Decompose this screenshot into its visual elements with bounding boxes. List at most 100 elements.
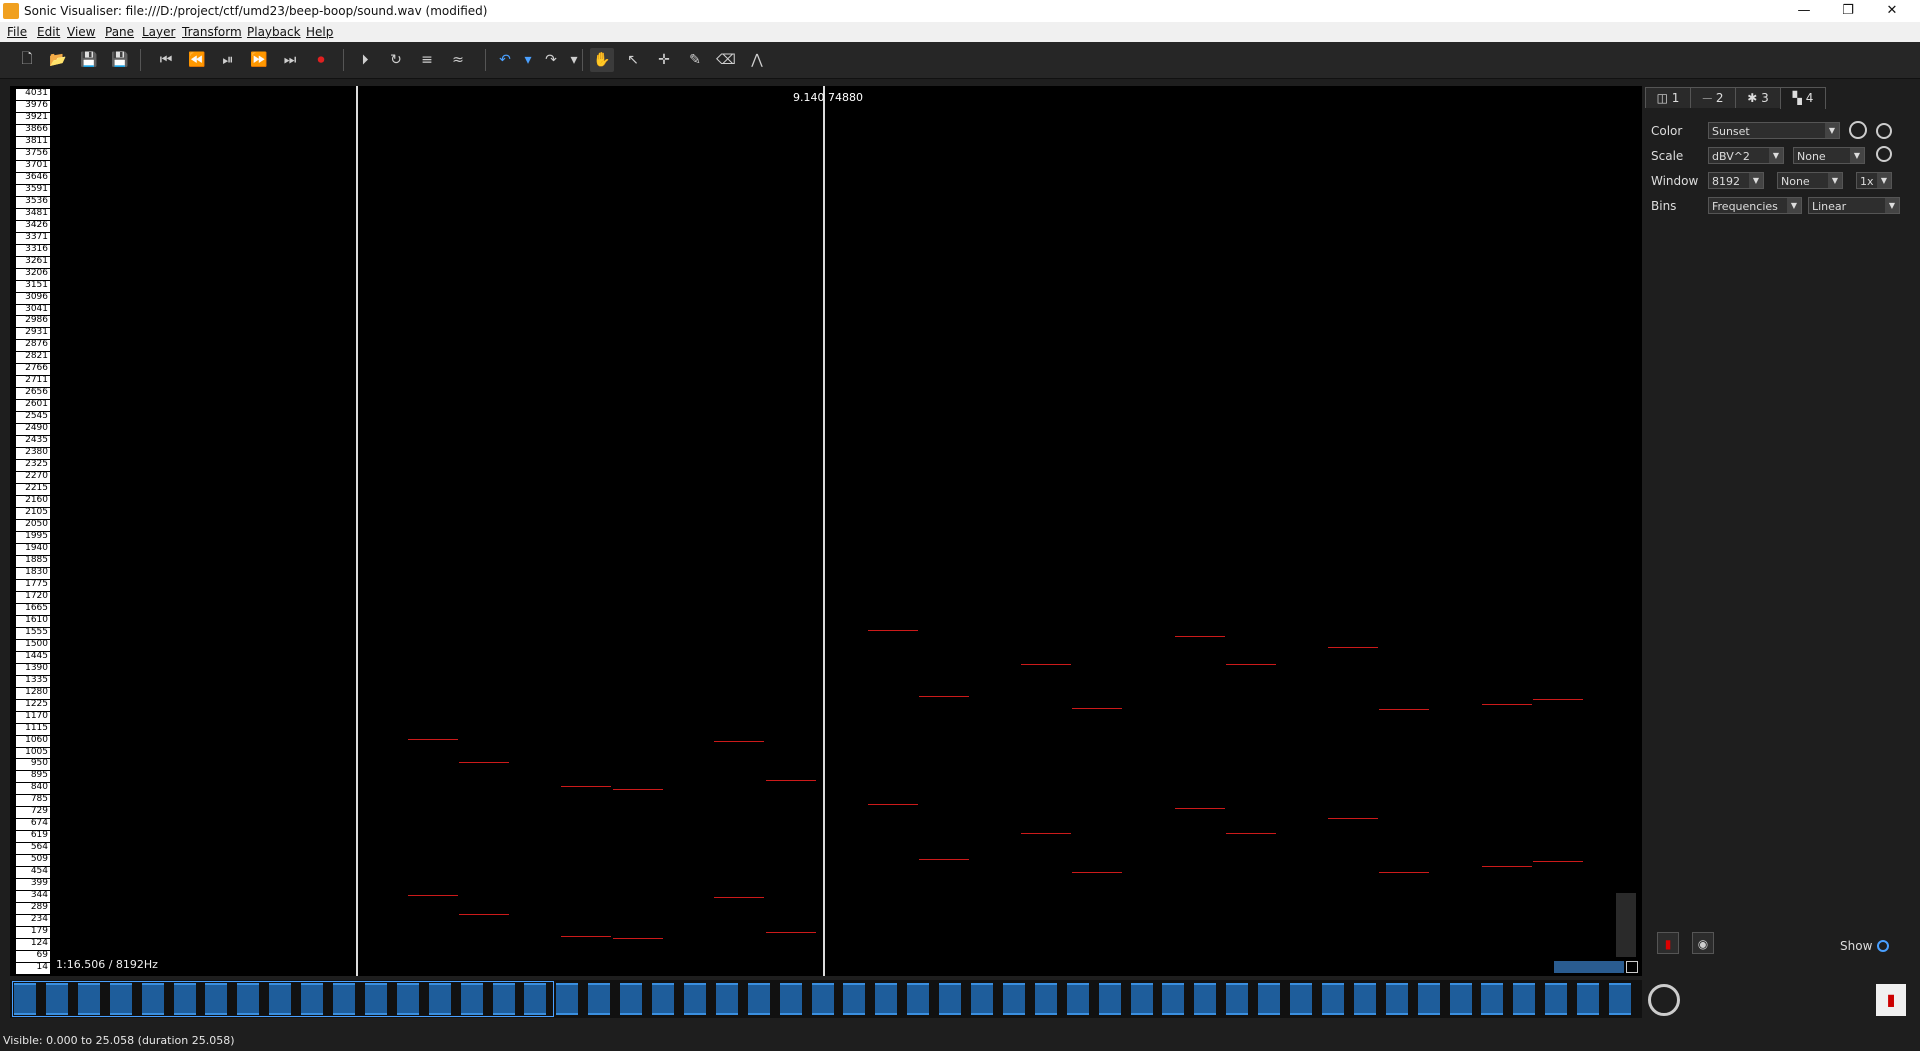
color-label: Color [1651,124,1683,138]
play-selection-icon[interactable]: ⏵ [353,48,377,72]
overview-waveform-block [237,983,260,1015]
select-icon[interactable]: ↖ [621,48,645,72]
solo-icon[interactable]: ≡ [415,48,439,72]
record-icon[interactable]: ⏺ [309,48,333,72]
vertical-zoom-scrollbar[interactable] [1616,893,1636,957]
color-invert-dial[interactable] [1876,123,1892,139]
loop-icon[interactable]: ↻ [384,48,408,72]
spectrogram-note [1482,866,1532,867]
spectrogram-note [1175,636,1225,637]
spectrogram-note [613,789,663,790]
play-pause-icon[interactable]: ⏯ [216,48,240,72]
spectrogram-view[interactable] [10,86,1642,976]
overview-waveform-block [460,983,483,1015]
ruler-tick-label: 1280 [16,687,50,700]
tab-2[interactable]: ⏤ 2 [1690,87,1736,108]
edit-icon[interactable]: ✛ [652,48,676,72]
overview-waveform-block [141,983,164,1015]
navigate-icon[interactable]: ✋ [590,48,614,72]
menu-layer[interactable]: Layer [142,25,175,39]
chevron-down-icon: ▼ [1885,198,1899,213]
menu-bar: File Edit View Pane Layer Transform Play… [0,22,1920,42]
undo-menu-icon[interactable]: ▾ [516,48,540,72]
erase-icon[interactable]: ⌫ [714,48,738,72]
overview-waveform-block [907,983,930,1015]
minimize-button[interactable]: — [1782,0,1826,22]
tab-1[interactable]: ◫ 1 [1645,87,1691,108]
rewind-icon[interactable]: ⏪ [185,48,209,72]
spectrogram-note [1226,833,1276,834]
menu-pane[interactable]: Pane [105,25,134,39]
color-rotation-dial[interactable] [1849,121,1867,139]
overview-bar[interactable] [10,980,1642,1018]
spectrogram-icon: ▚ [1792,91,1802,105]
spectrogram-note [561,786,611,787]
close-button[interactable]: ✕ [1870,0,1914,22]
menu-help[interactable]: Help [306,25,333,39]
overview-waveform-block [779,983,802,1015]
ruler-tick-label: 3646 [16,172,50,185]
spectrogram-note [766,780,816,781]
maximize-button[interactable]: ❐ [1826,0,1870,22]
overview-waveform-block [45,983,68,1015]
overview-waveform-block [652,983,674,1015]
overview-waveform-block [524,983,547,1015]
ruler-tick-label: 3371 [16,232,50,245]
spectrogram-note [714,897,764,898]
zoom-reset-button[interactable] [1626,961,1638,973]
save-as-icon[interactable]: 💾 [108,48,132,72]
overview-waveform-block [364,983,387,1015]
show-toggle[interactable] [1877,940,1889,952]
window-overlap-select[interactable]: 1x ▼ [1856,172,1892,189]
menu-playback[interactable]: Playback [247,25,301,39]
layer-color-button[interactable]: ▮ [1657,932,1679,954]
overview-waveform-block [173,983,196,1015]
tab-4[interactable]: ▚ 4 [1780,87,1826,109]
rewind-start-icon[interactable]: ⏮ [154,48,178,72]
tab-3[interactable]: ✱ 3 [1735,87,1781,108]
menu-view[interactable]: View [67,25,95,39]
color-select[interactable]: Sunset ▼ [1708,122,1840,139]
measure-icon[interactable]: ⋀ [745,48,769,72]
spectrogram-note [1226,664,1276,665]
level-meter-button[interactable]: ▮ [1876,984,1906,1016]
playback-speed-dial[interactable] [1648,984,1680,1016]
overview-waveform-block [1321,983,1344,1015]
spectrogram-note [1379,709,1429,710]
menu-file[interactable]: File [7,25,27,39]
menu-transform[interactable]: Transform [182,25,242,39]
new-icon[interactable]: 🗋 [15,48,39,72]
view-info-label: 1:16.506 / 8192Hz [56,958,158,971]
gain-dial[interactable] [1876,146,1892,162]
fast-forward-icon[interactable]: ⏩ [247,48,271,72]
toolbar: 🗋 📂 💾 💾 ⏮ ⏪ ⏯ ⏩ ⏭ ⏺ ⏵ ↻ ≡ ≈ ↶ ▾ ↷ ▾ ✋ ↖ ✛ ✎ ⌫ ⋀ [0,42,1920,79]
selection-start-line[interactable] [356,86,358,976]
speed-icon[interactable]: ≈ [446,48,470,72]
window-normalize-select[interactable]: None ▼ [1777,172,1843,189]
app-icon [3,3,19,19]
spectrogram-note [868,804,918,805]
overview-waveform-block [939,983,962,1015]
overview-waveform-block [1449,983,1472,1015]
save-icon[interactable]: 💾 [77,48,101,72]
ffwd-end-icon[interactable]: ⏭ [278,48,302,72]
scale-normalize-select[interactable]: None ▼ [1793,147,1865,164]
menu-edit[interactable]: Edit [37,25,60,39]
overview-waveform-block [1609,983,1631,1015]
open-icon[interactable]: 📂 [46,48,70,72]
horizontal-zoom-scrollbar[interactable] [1554,961,1624,973]
spectrogram-note [1021,833,1071,834]
overview-waveform-block [1513,983,1536,1015]
play-audio-icon[interactable]: ◉ [1692,932,1714,954]
overview-waveform-block [396,983,419,1015]
spectrogram-note [1072,872,1122,873]
toolbar-separator [140,49,141,71]
scale-select[interactable]: dBV^2 ▼ [1708,147,1784,164]
redo-icon[interactable]: ↷ [539,48,563,72]
window-size-select[interactable]: 8192 ▼ [1708,172,1764,189]
bins-scale-select[interactable]: Linear ▼ [1808,197,1900,214]
draw-icon[interactable]: ✎ [683,48,707,72]
playback-cursor[interactable] [823,86,825,976]
undo-icon[interactable]: ↶ [493,48,517,72]
bins-select[interactable]: Frequencies ▼ [1708,197,1802,214]
